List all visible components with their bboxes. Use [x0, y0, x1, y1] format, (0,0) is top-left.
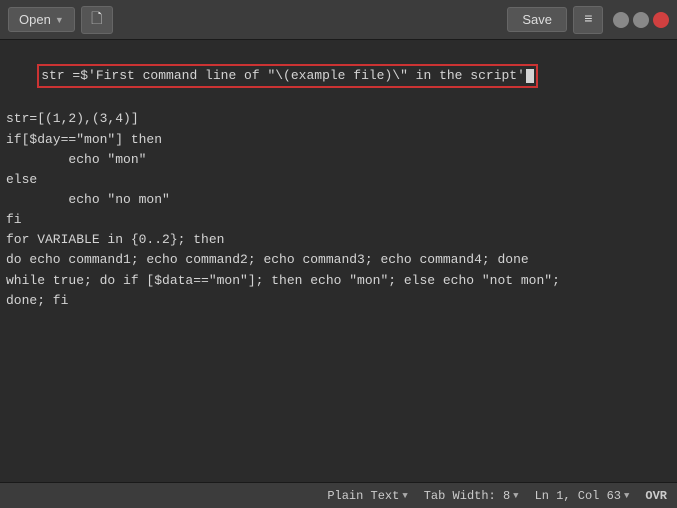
toolbar: Open ▼ 🗋 Save ≡: [0, 0, 677, 40]
code-line-1: str =$'First command line of "\(example …: [6, 44, 671, 109]
tab-width-selector[interactable]: Tab Width: 8 ▼: [424, 489, 519, 503]
open-dropdown-arrow: ▼: [55, 15, 64, 25]
close-button[interactable]: [653, 12, 669, 28]
code-line-4: echo "mon": [6, 150, 671, 170]
code-line-3: if[$day=="mon"] then: [6, 130, 671, 150]
toolbar-left: Open ▼ 🗋: [8, 6, 113, 34]
position-label: Ln 1, Col 63: [535, 489, 621, 503]
code-line-10: while true; do if [$data=="mon"]; then e…: [6, 271, 671, 291]
tab-width-dropdown-arrow: ▼: [513, 491, 518, 501]
minimize-button[interactable]: [613, 12, 629, 28]
open-button[interactable]: Open ▼: [8, 7, 75, 32]
plain-text-selector[interactable]: Plain Text ▼: [327, 489, 407, 503]
cursor-position: Ln 1, Col 63 ▼: [535, 489, 630, 503]
code-line-7: fi: [6, 210, 671, 230]
position-dropdown-arrow: ▼: [624, 491, 629, 501]
window-controls: [613, 12, 669, 28]
selected-line: str =$'First command line of "\(example …: [37, 64, 538, 88]
text-cursor: [526, 69, 534, 83]
tab-width-label: Tab Width: 8: [424, 489, 510, 503]
save-button[interactable]: Save: [507, 7, 567, 32]
plain-text-label: Plain Text: [327, 489, 399, 503]
toolbar-right: Save ≡: [507, 6, 669, 34]
file-icon: 🗋: [91, 8, 102, 32]
ovr-indicator: OVR: [645, 489, 667, 503]
editor-area[interactable]: str =$'First command line of "\(example …: [0, 40, 677, 482]
hamburger-icon: ≡: [584, 12, 591, 28]
maximize-button[interactable]: [633, 12, 649, 28]
code-line-9: do echo command1; echo command2; echo co…: [6, 250, 671, 270]
save-label: Save: [522, 12, 552, 27]
code-line-8: for VARIABLE in {0..2}; then: [6, 230, 671, 250]
code-line-5: else: [6, 170, 671, 190]
code-line-2: str=[(1,2),(3,4)]: [6, 109, 671, 129]
plain-text-dropdown-arrow: ▼: [402, 491, 407, 501]
open-label: Open: [19, 12, 51, 27]
code-line-6: echo "no mon": [6, 190, 671, 210]
file-icon-button[interactable]: 🗋: [81, 6, 113, 34]
ovr-label: OVR: [645, 489, 667, 503]
statusbar: Plain Text ▼ Tab Width: 8 ▼ Ln 1, Col 63…: [0, 482, 677, 508]
code-line-11: done; fi: [6, 291, 671, 311]
menu-button[interactable]: ≡: [573, 6, 603, 34]
